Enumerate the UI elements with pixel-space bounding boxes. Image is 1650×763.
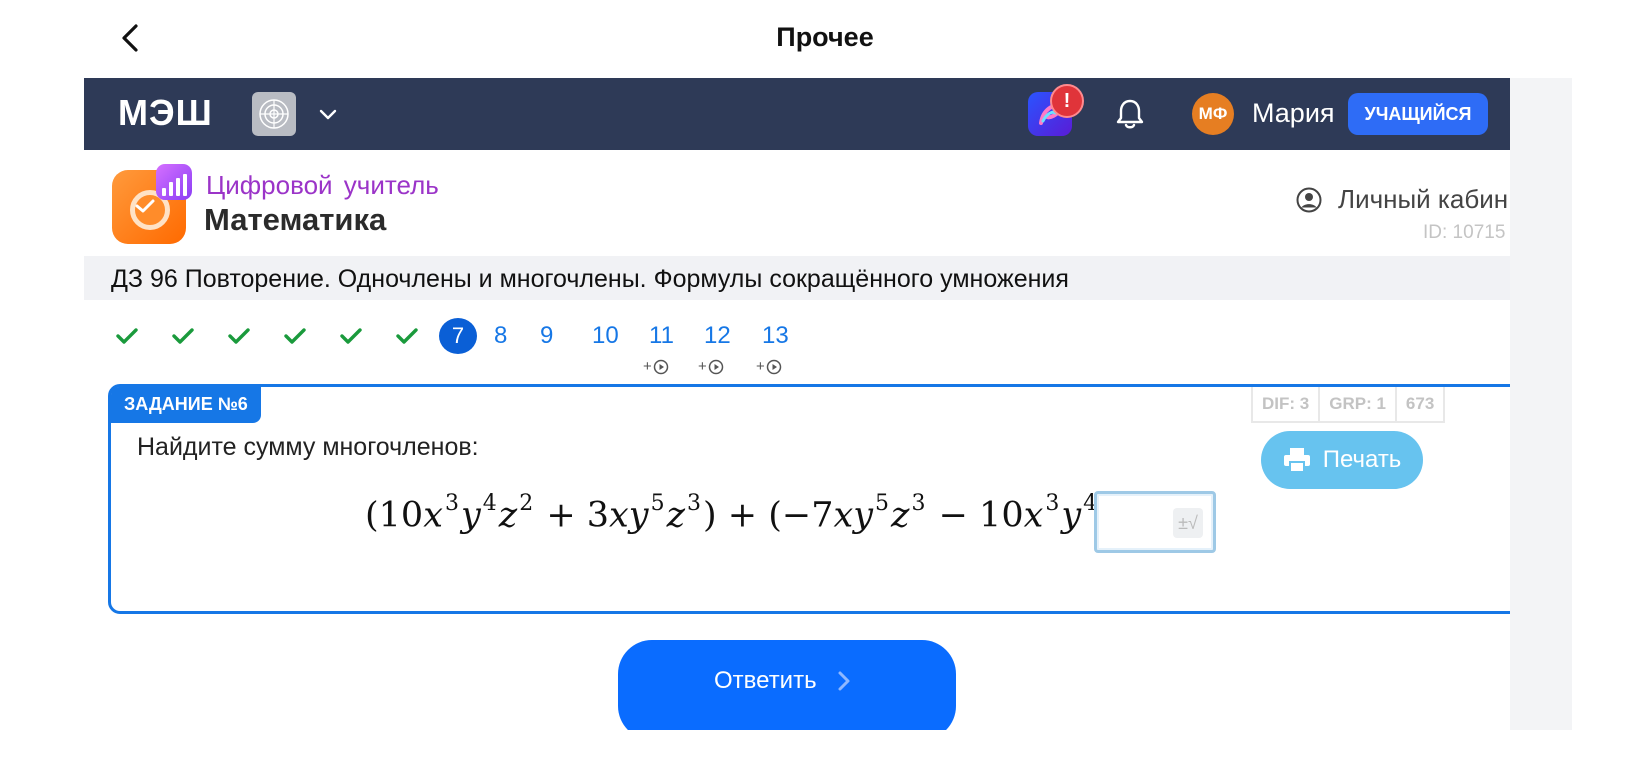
step-11[interactable]: 11 <box>649 318 674 354</box>
step-done-6[interactable] <box>394 318 420 354</box>
step-12[interactable]: 12 <box>704 318 731 354</box>
step-label: 9 <box>540 322 554 349</box>
step-done-4[interactable] <box>282 318 308 354</box>
step-done-3[interactable] <box>226 318 252 354</box>
mesh-logo[interactable]: МЭШ <box>118 92 213 134</box>
step-label: 8 <box>494 322 508 349</box>
checkmark-icon <box>284 328 306 344</box>
step-9[interactable]: 9 <box>540 318 553 354</box>
step-done-1[interactable] <box>114 318 140 354</box>
checkmark-icon <box>340 328 362 344</box>
print-button-label: Печать <box>1322 446 1402 473</box>
subject-header: Цифровой учитель Математика Личный кабин… <box>84 150 1510 258</box>
chevron-down-icon[interactable] <box>316 102 340 126</box>
video-hint-plus: + <box>698 358 707 375</box>
task-steps-nav: 7 8 9 10 11 +12 +13 + <box>84 318 1510 388</box>
personal-cabinet-label: Личный кабин <box>1338 184 1509 214</box>
assignment-title: ДЗ 96 Повторение. Одночлены и многочлены… <box>111 265 1069 293</box>
play-circle-icon <box>766 359 782 374</box>
checkmark-icon <box>396 328 418 344</box>
step-label: 12 <box>704 322 731 349</box>
video-hint-11: + <box>643 358 669 375</box>
brand-subtitle: Цифровой учитель <box>206 170 439 200</box>
play-circle-icon <box>653 359 669 374</box>
chart-badge-icon <box>156 164 192 200</box>
video-hint-12: + <box>698 358 724 375</box>
user-name[interactable]: Мария <box>1252 98 1335 129</box>
step-done-5[interactable] <box>338 318 364 354</box>
step-current-label: 7 <box>439 318 477 354</box>
step-10[interactable]: 10 <box>592 318 619 354</box>
top-app-bar: Прочее <box>0 0 1650 78</box>
video-hint-13: + <box>756 358 782 375</box>
task-title-bar: ДЗ 96 Повторение. Одночлены и многочлены… <box>84 256 1510 300</box>
personal-cabinet-link[interactable]: Личный кабин <box>1296 184 1508 215</box>
checkmark-icon <box>116 328 138 344</box>
mesh-navbar: МЭШ ! МФ Мария УЧАЩИЙСЯ <box>84 78 1510 150</box>
subject-title: Математика <box>204 202 387 237</box>
page-title: Прочее <box>776 22 874 52</box>
alert-badge: ! <box>1050 84 1084 118</box>
user-circle-icon <box>1296 187 1322 212</box>
step-8[interactable]: 8 <box>494 318 507 354</box>
meta-tag-id: 673 <box>1396 387 1446 423</box>
submit-answer-button[interactable]: Ответить <box>618 640 956 730</box>
print-button[interactable]: Печать <box>1261 431 1423 489</box>
printer-icon <box>1283 448 1310 473</box>
school-emblem-icon[interactable] <box>252 92 296 136</box>
answer-input[interactable]: ±√ <box>1094 491 1216 553</box>
task-meta-tags: DIF: 3 GRP: 1 673 <box>1251 387 1446 423</box>
polynomial-expression: (10x3y4z2 + 3xy5z3) + (−7xy5z3 − 10x3y4z… <box>365 491 1190 536</box>
web-content: МЭШ ! МФ Мария УЧАЩИЙСЯ Цифровой учитель… <box>84 78 1510 730</box>
video-hint-plus: + <box>756 358 765 375</box>
avatar[interactable]: МФ <box>1192 93 1234 135</box>
formula-editor-icon[interactable]: ±√ <box>1173 508 1203 538</box>
role-badge[interactable]: УЧАЩИЙСЯ <box>1348 93 1488 135</box>
bell-icon[interactable] <box>1112 96 1148 132</box>
play-circle-icon <box>708 359 724 374</box>
meta-tag-group: GRP: 1 <box>1320 387 1397 423</box>
step-13[interactable]: 13 <box>762 318 789 354</box>
submit-answer-label: Ответить <box>714 667 817 694</box>
checkmark-icon <box>172 328 194 344</box>
chevron-right-icon <box>838 671 850 691</box>
task-card: ЗАДАНИЕ №6 DIF: 3 GRP: 1 673 Найдите сум… <box>108 384 1510 614</box>
user-id: ID: 10715 <box>1423 222 1506 243</box>
step-done-2[interactable] <box>170 318 196 354</box>
video-hint-plus: + <box>643 358 652 375</box>
meta-tag-difficulty: DIF: 3 <box>1251 387 1321 423</box>
step-label: 13 <box>762 322 789 349</box>
step-label: 10 <box>592 322 619 349</box>
step-label: 11 <box>649 322 674 349</box>
step-current[interactable]: 7 <box>439 318 477 354</box>
scroll-gutter <box>1510 78 1572 730</box>
checkmark-icon <box>228 328 250 344</box>
task-question: Найдите сумму многочленов: <box>137 433 479 461</box>
task-number-label: ЗАДАНИЕ №6 <box>111 387 261 423</box>
